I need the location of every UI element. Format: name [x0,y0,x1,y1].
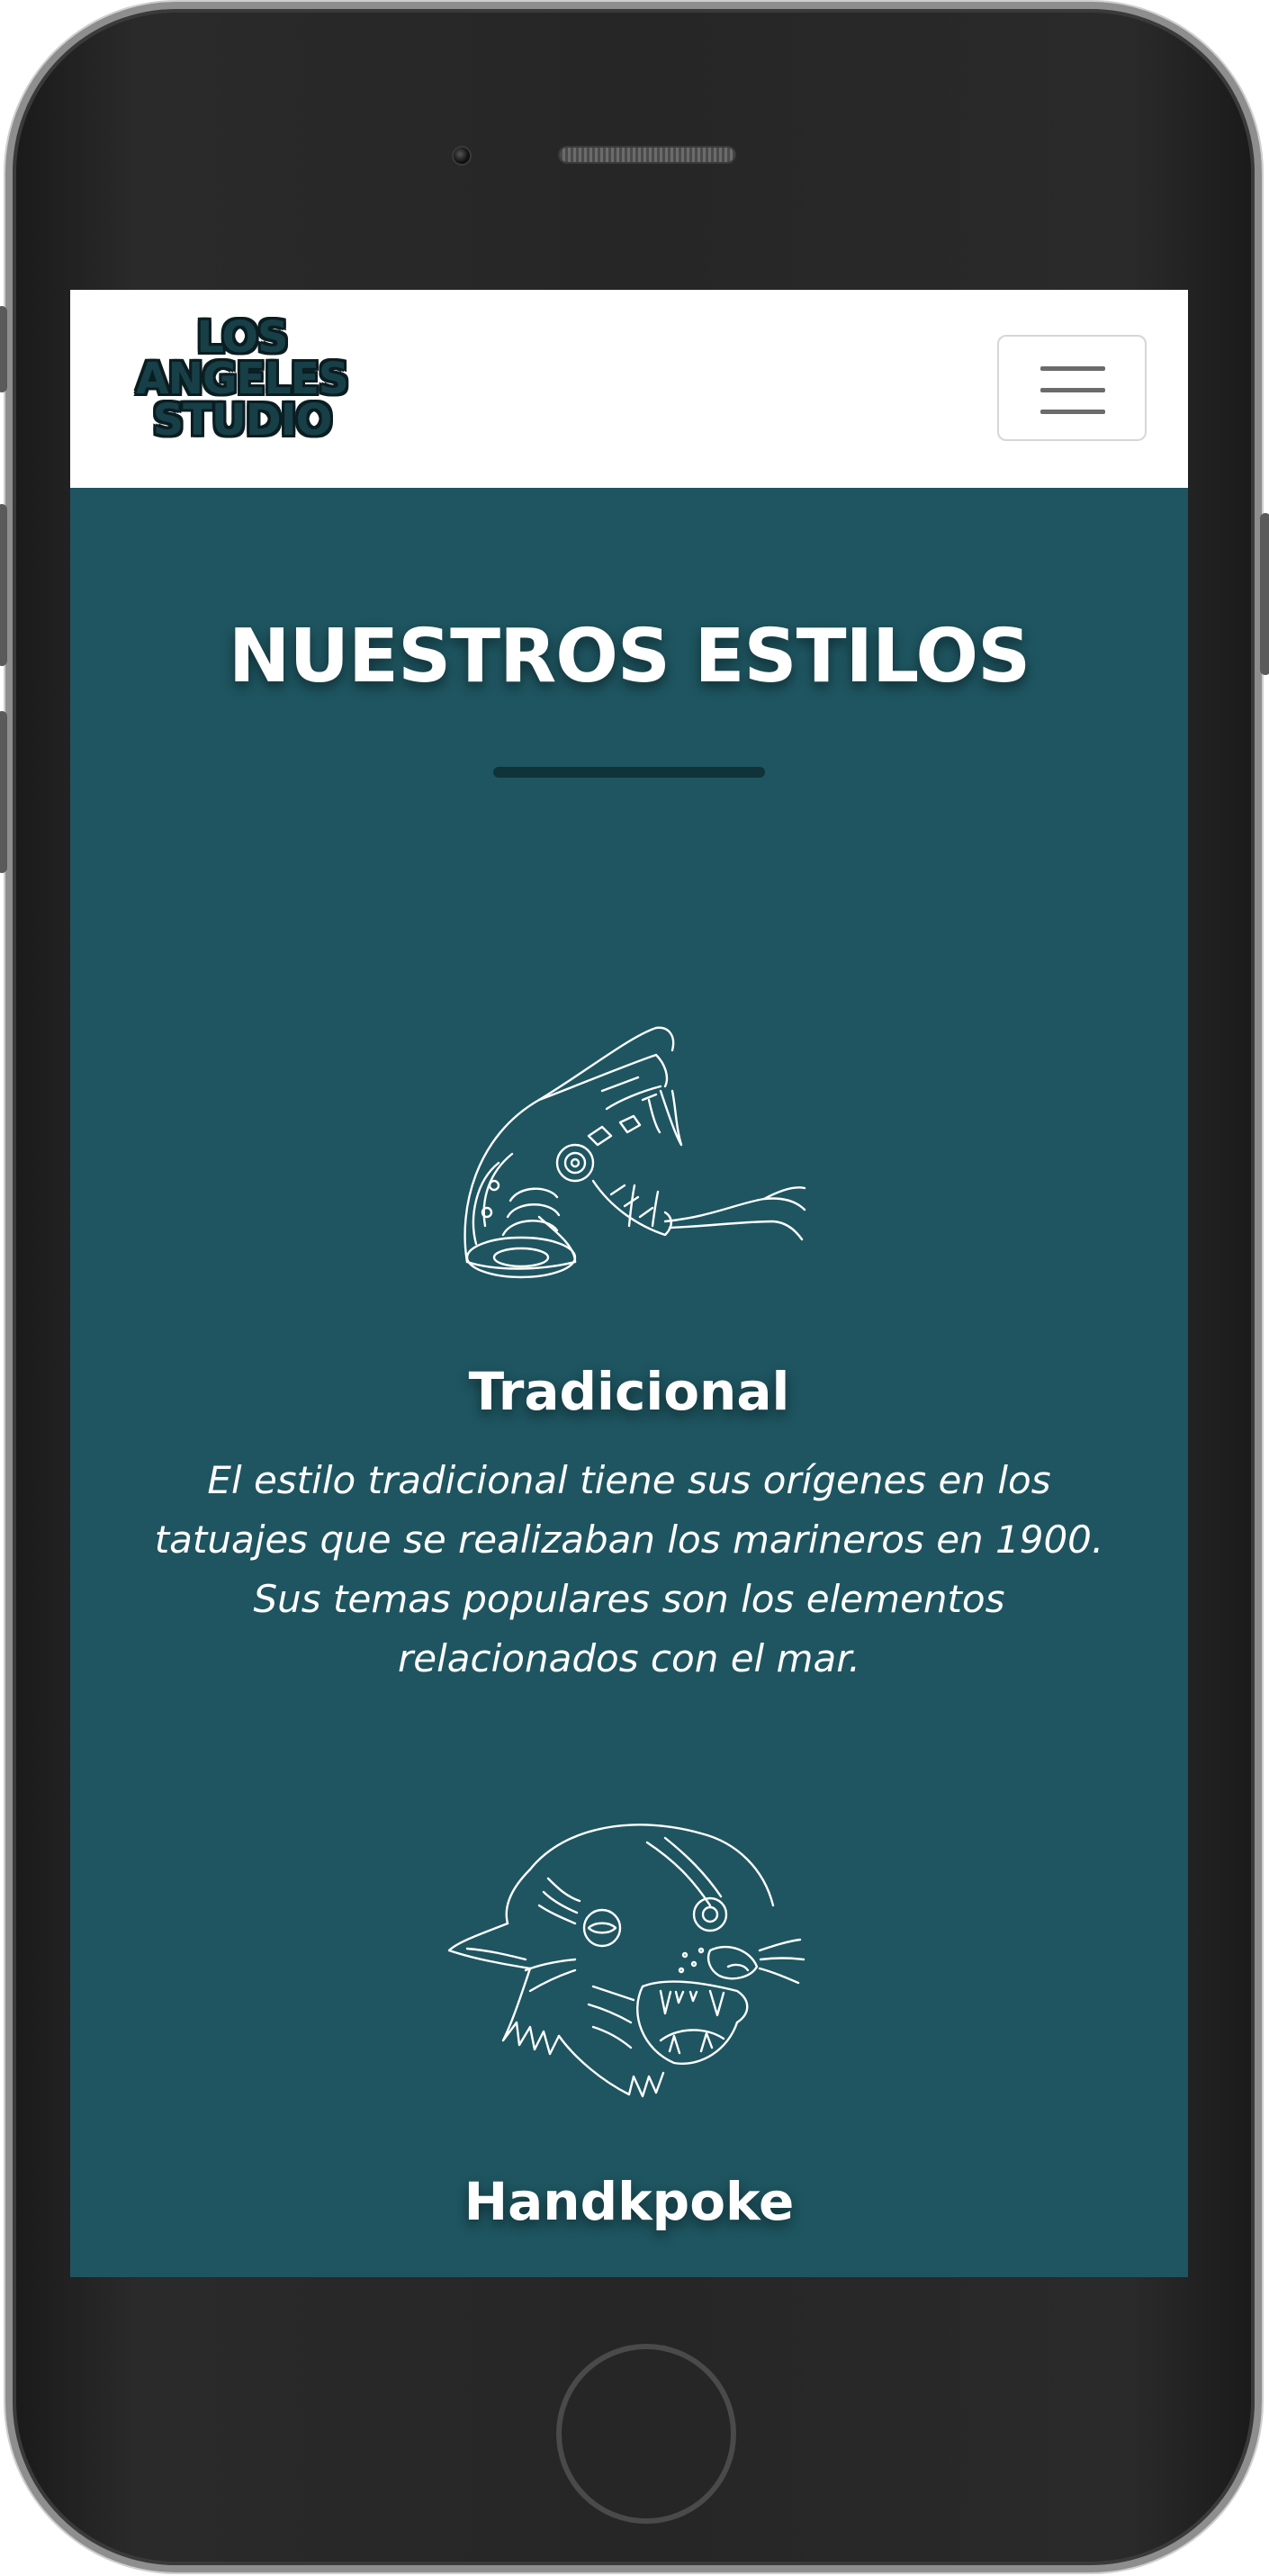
logo-line-1: LOS [196,312,288,363]
front-camera [452,146,472,166]
style-description-tradicional: El estilo tradicional tiene sus orígenes… [154,1458,1104,1680]
earpiece-speaker [558,146,736,164]
navbar: LOS ANGELES STUDIO [70,290,1188,488]
navbar-toggler-button[interactable] [997,335,1147,441]
mute-switch [0,306,7,392]
logo-line-3: STUDIO [152,395,333,446]
brand-logo[interactable]: LOS ANGELES STUDIO [103,312,382,446]
screen: LOS ANGELES STUDIO NUESTROS ESTILOS Trad… [70,290,1188,2277]
volume-up-button [0,504,7,666]
title-underline [493,767,765,778]
section-title: NUESTROS ESTILOS [228,614,1030,699]
panther-head-icon [70,1806,1188,2117]
volume-down-button [0,711,7,873]
style-name-tradicional: Tradicional [468,1361,790,1422]
snake-head-icon [70,1001,1188,1293]
logo-line-2: ANGELES [136,354,349,404]
style-name-handkpoke: Handkpoke [464,2171,795,2232]
power-button [1260,513,1269,675]
home-button [556,2344,736,2524]
